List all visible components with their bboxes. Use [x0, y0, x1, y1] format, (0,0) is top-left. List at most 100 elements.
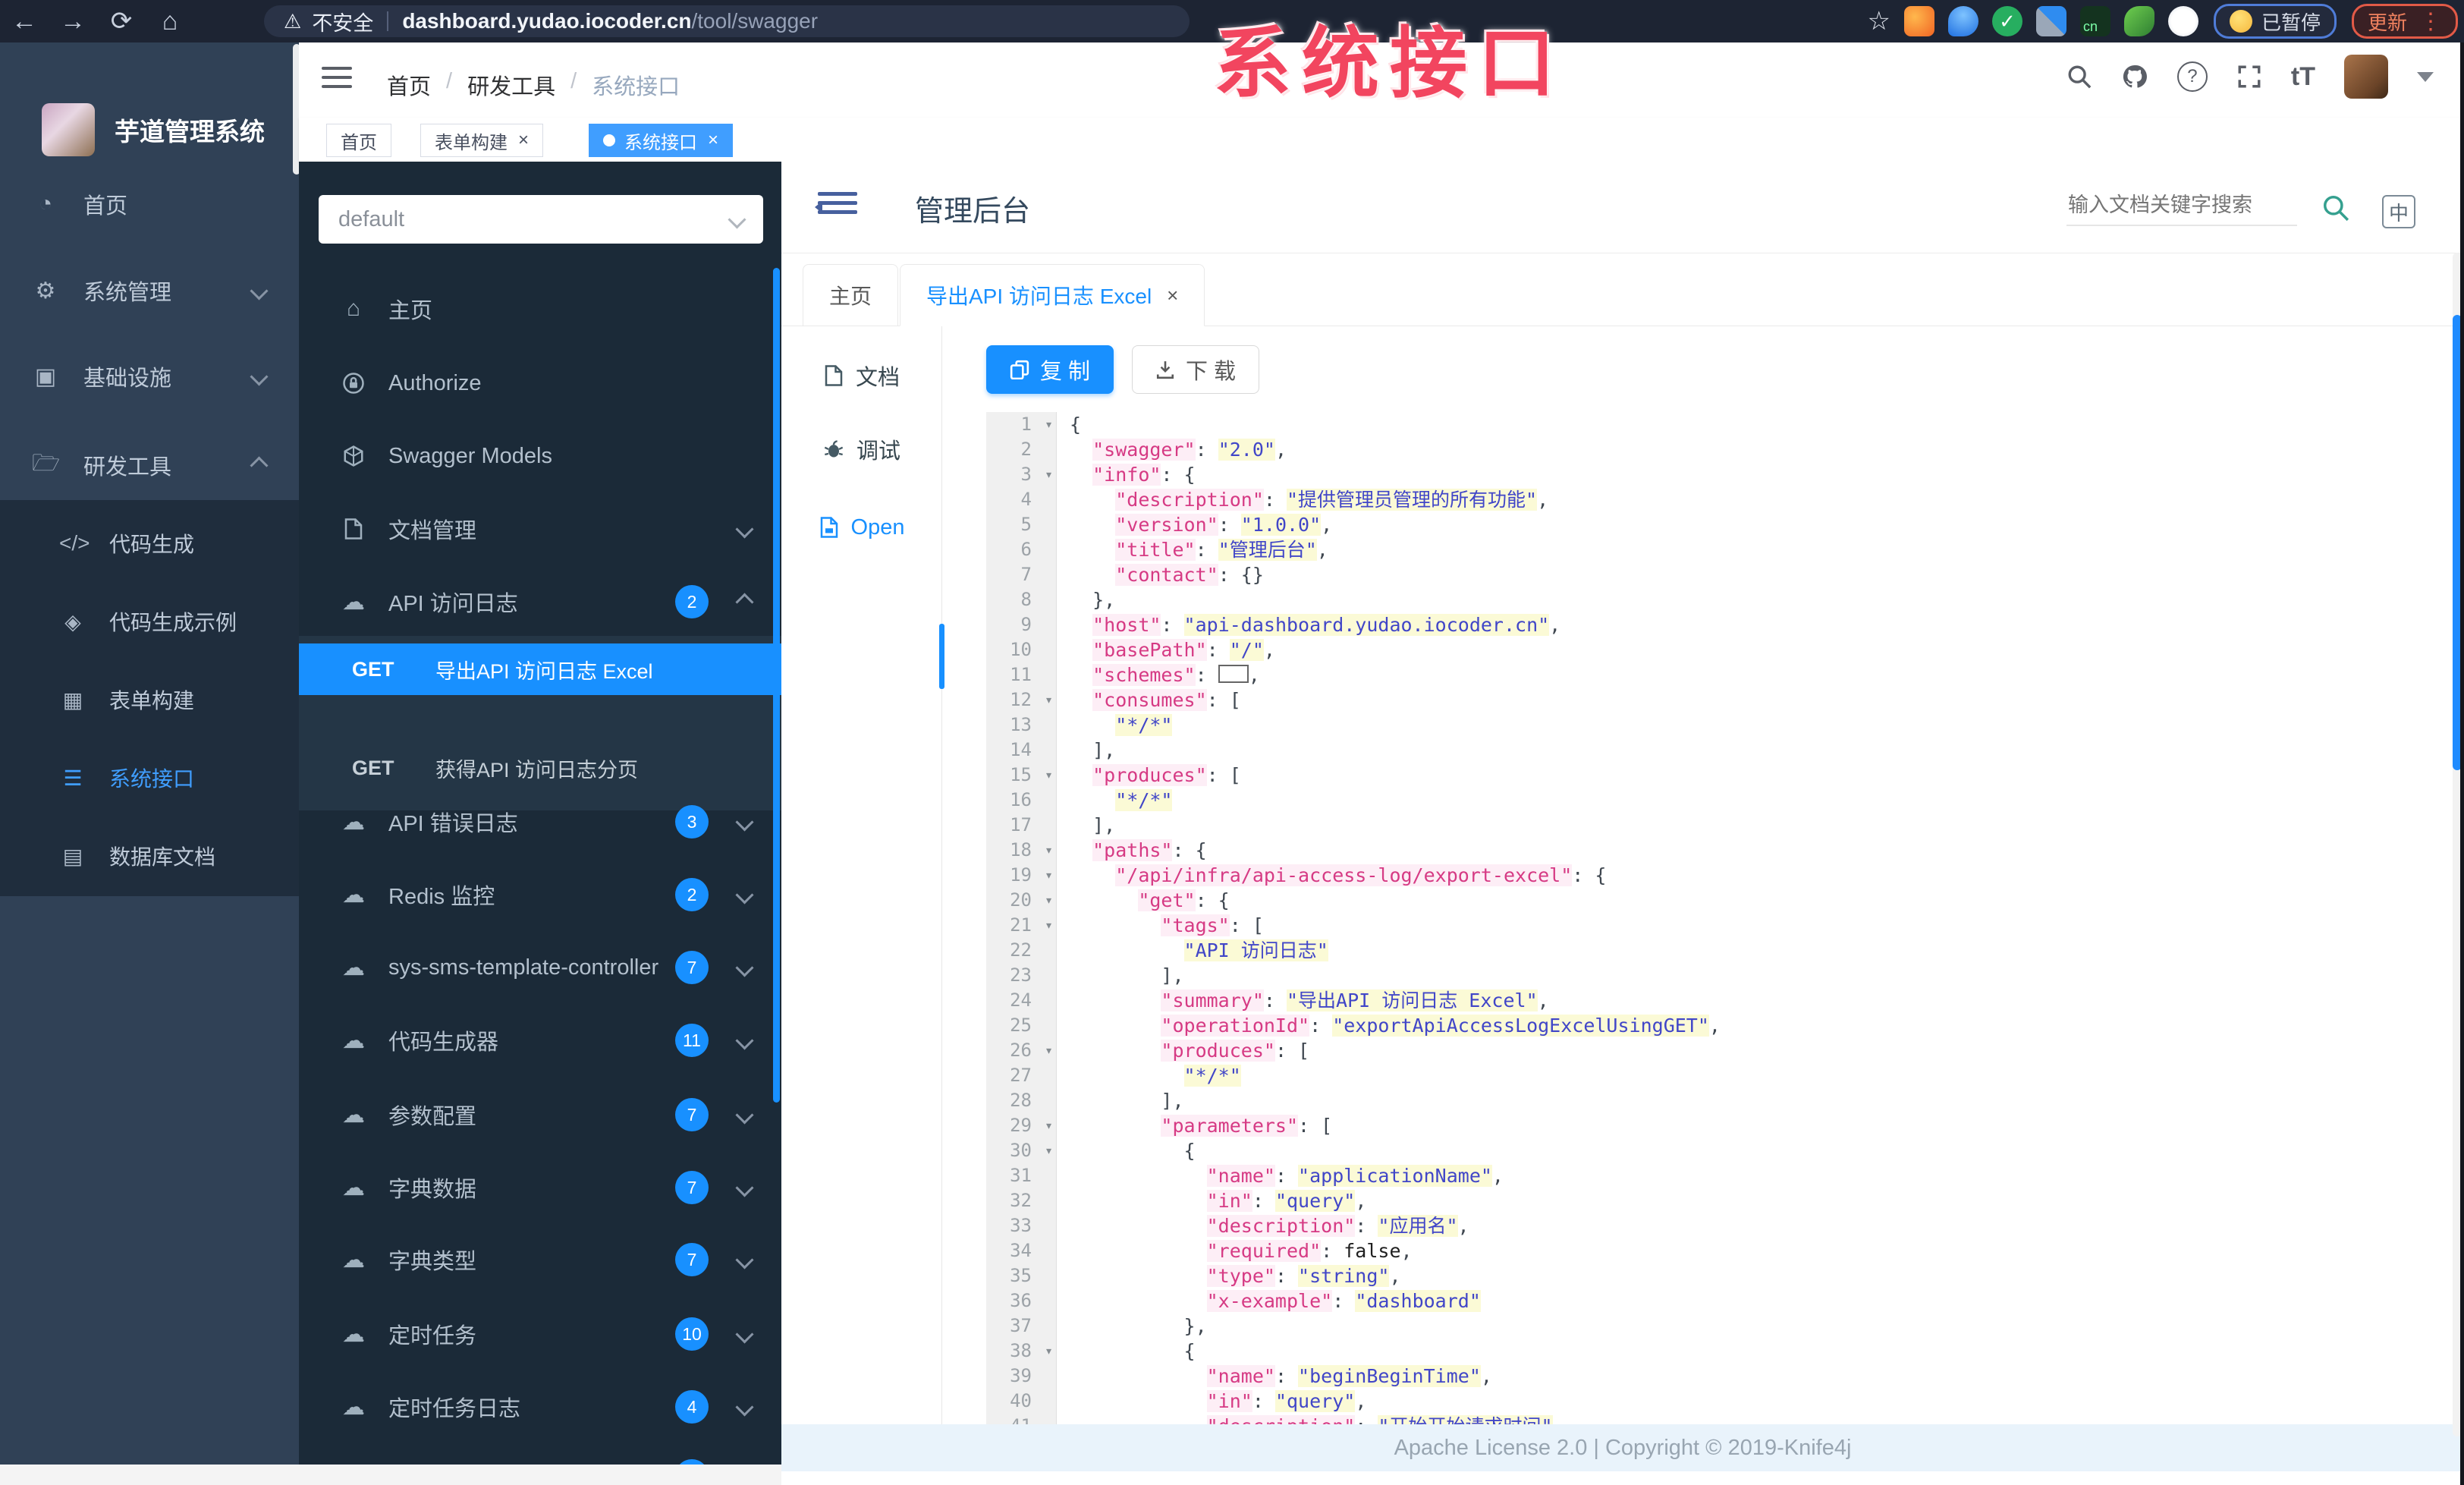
sidebar-item-infra[interactable]: ▣ 基础设施 — [0, 342, 299, 411]
sidebar-item-system[interactable]: ⚙ 系统管理 — [0, 256, 299, 325]
doc-tab-export-excel[interactable]: 导出API 访问日志 Excel × — [900, 264, 1205, 326]
doc-search-icon[interactable] — [2321, 193, 2350, 222]
hamburger-icon[interactable] — [322, 67, 352, 93]
swagger-group-post[interactable]: ☁ 岗位 — [299, 1452, 781, 1465]
fold-arrow-icon[interactable]: ▾ — [1045, 687, 1053, 713]
fold-arrow-icon[interactable]: ▾ — [1045, 412, 1053, 437]
language-toggle-icon[interactable]: 中 — [2382, 195, 2415, 228]
home-icon: ⌂ — [346, 296, 361, 321]
tag-form-builder[interactable]: 表单构建 × — [420, 124, 544, 157]
extension-grid-icon[interactable] — [2035, 6, 2066, 36]
browser-menu-icon[interactable]: ⋮ — [2419, 8, 2442, 35]
search-icon[interactable] — [2066, 64, 2092, 90]
extension-paw-icon[interactable] — [2167, 6, 2198, 36]
monitor-icon: ▣ — [34, 363, 57, 389]
avatar[interactable] — [2344, 55, 2388, 99]
file-icon — [825, 365, 843, 386]
swagger-group-job[interactable]: ☁ 定时任务 10 — [299, 1310, 781, 1358]
fold-arrow-icon[interactable]: ▾ — [1045, 462, 1053, 487]
close-icon[interactable]: × — [518, 130, 529, 151]
breadcrumb-home[interactable]: 首页 — [387, 69, 431, 101]
doc-footer: Apache License 2.0 | Copyright © 2019-Kn… — [781, 1424, 2464, 1471]
fold-arrow-icon[interactable]: ▾ — [1045, 863, 1053, 888]
sidebar-item-form-builder[interactable]: ▦ 表单构建 — [0, 665, 299, 734]
browser-back-icon[interactable]: ← — [0, 0, 49, 42]
swagger-group-dict-type[interactable]: ☁ 字典类型 7 — [299, 1235, 781, 1284]
fullscreen-icon[interactable] — [2236, 64, 2262, 90]
download-button[interactable]: 下 载 — [1132, 345, 1259, 394]
fold-arrow-icon[interactable]: ▾ — [1045, 1138, 1053, 1163]
extension-check-icon[interactable]: ✓ — [1991, 6, 2022, 36]
sidebar-item-devtools[interactable]: 🗁 研发工具 — [0, 431, 299, 499]
swagger-group-api-access-log[interactable]: ☁ API 访问日志 2 — [299, 577, 781, 626]
swagger-item-home[interactable]: ⌂ 主页 — [299, 285, 781, 333]
swagger-group-sms-template[interactable]: ☁ sys-sms-template-controller 7 — [299, 943, 781, 992]
swagger-sidebar-scrollbar[interactable] — [773, 268, 780, 1103]
browser-home-icon[interactable]: ⌂ — [146, 0, 194, 42]
sidebar-item-home[interactable]: ◔ 首页 — [0, 170, 299, 238]
chevron-down-icon — [250, 281, 269, 300]
extension-cn-icon[interactable]: cn — [2079, 6, 2110, 36]
swagger-item-authorize[interactable]: Authorize — [299, 359, 781, 407]
update-browser-pill[interactable]: 更新 ⋮ — [2351, 4, 2458, 39]
swagger-group-redis[interactable]: ☁ Redis 监控 2 — [299, 870, 781, 919]
extension-orange-icon[interactable] — [1903, 6, 1934, 36]
close-icon[interactable]: × — [708, 130, 718, 151]
swagger-item-doc-manage[interactable]: 文档管理 — [299, 505, 781, 553]
close-icon[interactable]: × — [1167, 284, 1178, 307]
fold-arrow-icon[interactable]: ▾ — [1045, 1038, 1053, 1063]
gutter-line: 7 — [1020, 564, 1032, 585]
browser-reload-icon[interactable]: ⟳ — [97, 0, 146, 42]
api-group-select[interactable]: default — [319, 195, 763, 244]
address-bar[interactable]: ⚠ 不安全 dashboard.yudao.iocoder.cn /tool/s… — [264, 5, 1190, 37]
breadcrumb-devtools[interactable]: 研发工具 — [467, 69, 555, 101]
mini-tab-document[interactable]: 文档 — [781, 349, 942, 402]
mini-tab-open[interactable]: Open — [781, 501, 942, 554]
mini-tab-debug[interactable]: 调试 — [781, 423, 942, 476]
gutter-line: 14 — [1010, 739, 1032, 760]
avatar-caret-icon[interactable] — [2417, 71, 2434, 82]
operation-get-page[interactable]: GET 获得API 访问日志分页 — [299, 742, 781, 794]
code-line: ], — [1070, 1090, 1184, 1112]
sidebar-item-codegen-demo[interactable]: ◈ 代码生成示例 — [0, 587, 299, 656]
app-logo[interactable]: 芋道管理系统 — [42, 103, 265, 156]
doc-tab-home[interactable]: 主页 — [803, 264, 899, 326]
code-line: "info": { — [1092, 464, 1196, 486]
fold-arrow-icon[interactable]: ▾ — [1045, 888, 1053, 913]
swagger-group-api-error-log[interactable]: ☁ API 错误日志 3 — [299, 798, 781, 846]
fold-arrow-icon[interactable]: ▾ — [1045, 838, 1053, 863]
fold-arrow-icon[interactable]: ▾ — [1045, 913, 1053, 938]
sidebar-item-codegen[interactable]: </> 代码生成 — [0, 509, 299, 577]
fold-arrow-icon[interactable]: ▾ — [1045, 763, 1053, 788]
bookmark-star-icon[interactable]: ☆ — [1867, 6, 1890, 36]
extension-balloon-icon[interactable] — [1947, 6, 1978, 36]
extension-leaf-icon[interactable] — [2123, 6, 2154, 36]
gutter-line: 15 ▾ — [986, 763, 1056, 788]
paused-extension-pill[interactable]: 已暂停 — [2213, 4, 2337, 39]
tags-view: 首页 表单构建 × 系统接口 × — [299, 118, 2464, 162]
tag-home[interactable]: 首页 — [326, 124, 391, 157]
swagger-group-codegen[interactable]: ☁ 代码生成器 11 — [299, 1016, 781, 1065]
swagger-item-models[interactable]: Swagger Models — [299, 432, 781, 480]
doc-search-input[interactable] — [2066, 189, 2297, 226]
fold-arrow-icon[interactable]: ▾ — [1045, 1339, 1053, 1364]
swagger-group-param-config[interactable]: ☁ 参数配置 7 — [299, 1090, 781, 1139]
swagger-group-dict-data[interactable]: ☁ 字典数据 7 — [299, 1163, 781, 1212]
sidebar-item-db-doc[interactable]: ▤ 数据库文档 — [0, 822, 299, 890]
swagger-group-job-log[interactable]: ☁ 定时任务日志 4 — [299, 1383, 781, 1431]
github-icon[interactable] — [2121, 63, 2148, 90]
fold-arrow-icon[interactable]: ▾ — [1045, 1113, 1053, 1138]
horizontal-scrollbar-track[interactable] — [0, 1465, 781, 1485]
collapse-sidebar-icon[interactable] — [815, 192, 857, 222]
not-secure-label: 不安全 — [312, 11, 374, 35]
operation-export-excel[interactable]: GET 导出API 访问日志 Excel — [299, 643, 781, 695]
copy-button[interactable]: 复 制 — [986, 345, 1114, 394]
sidebar-item-system-api[interactable]: ☰ 系统接口 — [0, 744, 299, 812]
folded-array-box[interactable] — [1218, 665, 1249, 683]
tag-system-api[interactable]: 系统接口 × — [589, 124, 734, 157]
doc-header: 管理后台 中 — [781, 162, 2464, 253]
help-icon[interactable]: ? — [2176, 61, 2208, 92]
browser-forward-icon[interactable]: → — [49, 0, 97, 42]
count-badge: 7 — [675, 1171, 709, 1204]
font-size-icon[interactable]: tT — [2291, 62, 2315, 92]
